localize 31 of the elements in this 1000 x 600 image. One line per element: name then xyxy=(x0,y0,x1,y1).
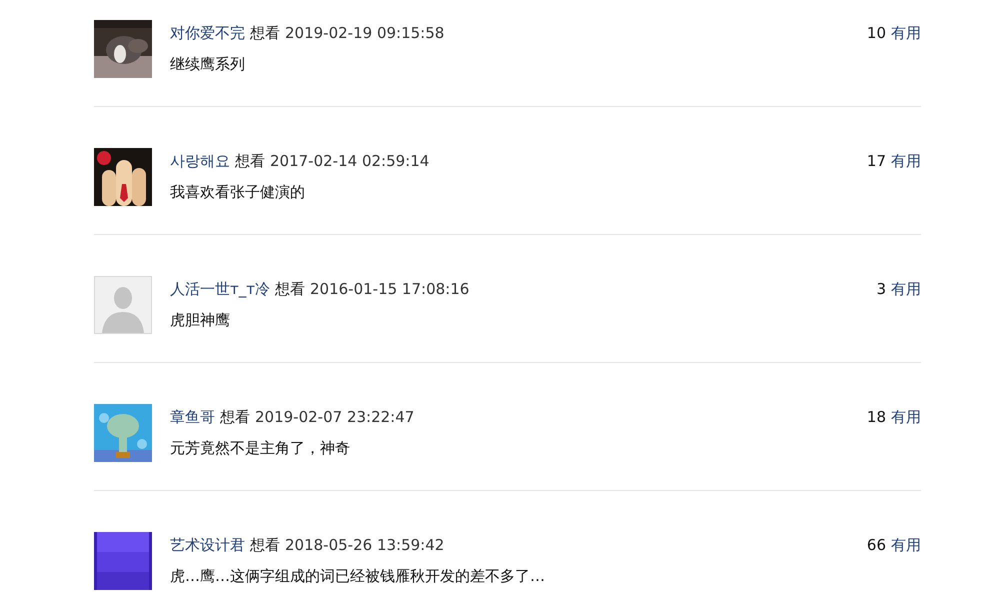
action-label: 想看 xyxy=(235,151,265,171)
action-label: 想看 xyxy=(250,23,280,43)
comment-time: 2019-02-07 23:22:47 xyxy=(255,407,414,427)
comment-text: 我喜欢看张子健演的 xyxy=(170,182,306,202)
user-link[interactable]: 艺术设计君 xyxy=(170,535,245,555)
action-label: 想看 xyxy=(250,535,280,555)
user-link[interactable]: 章鱼哥 xyxy=(170,407,215,427)
vote-count: 10 xyxy=(866,23,886,43)
comment-time: 2019-02-19 09:15:58 xyxy=(285,23,444,43)
comment-text: 虎…鹰…这俩字组成的词已经被钱雁秋开发的差不多了… xyxy=(170,566,546,586)
user-link[interactable]: 人活一世т_т冷 xyxy=(170,279,270,299)
action-label: 想看 xyxy=(274,279,305,299)
vote-count: 17 xyxy=(866,151,886,171)
comment-time: 2018-05-26 13:59:42 xyxy=(285,535,444,555)
vote-count: 3 xyxy=(876,279,886,299)
useful-link[interactable]: 有用 xyxy=(891,279,921,299)
comment-text: 元芳竟然不是主角了，神奇 xyxy=(170,438,351,458)
vote-count: 66 xyxy=(866,535,886,555)
useful-link[interactable]: 有用 xyxy=(891,23,921,43)
avatar-icon xyxy=(94,276,152,334)
useful-link[interactable]: 有用 xyxy=(891,407,921,427)
comment-time: 2017-02-14 02:59:14 xyxy=(270,151,430,171)
useful-link[interactable]: 有用 xyxy=(891,151,921,171)
comment-text: 继续鹰系列 xyxy=(170,54,246,74)
vote-count: 18 xyxy=(866,407,886,427)
user-link[interactable]: 사랑해요 xyxy=(170,151,230,171)
useful-link[interactable]: 有用 xyxy=(891,535,921,555)
user-link[interactable]: 对你爱不完 xyxy=(170,23,245,43)
action-label: 想看 xyxy=(220,407,250,427)
comment-text: 虎胆神鹰 xyxy=(170,310,231,330)
comment-time: 2016-01-15 17:08:16 xyxy=(310,279,470,299)
